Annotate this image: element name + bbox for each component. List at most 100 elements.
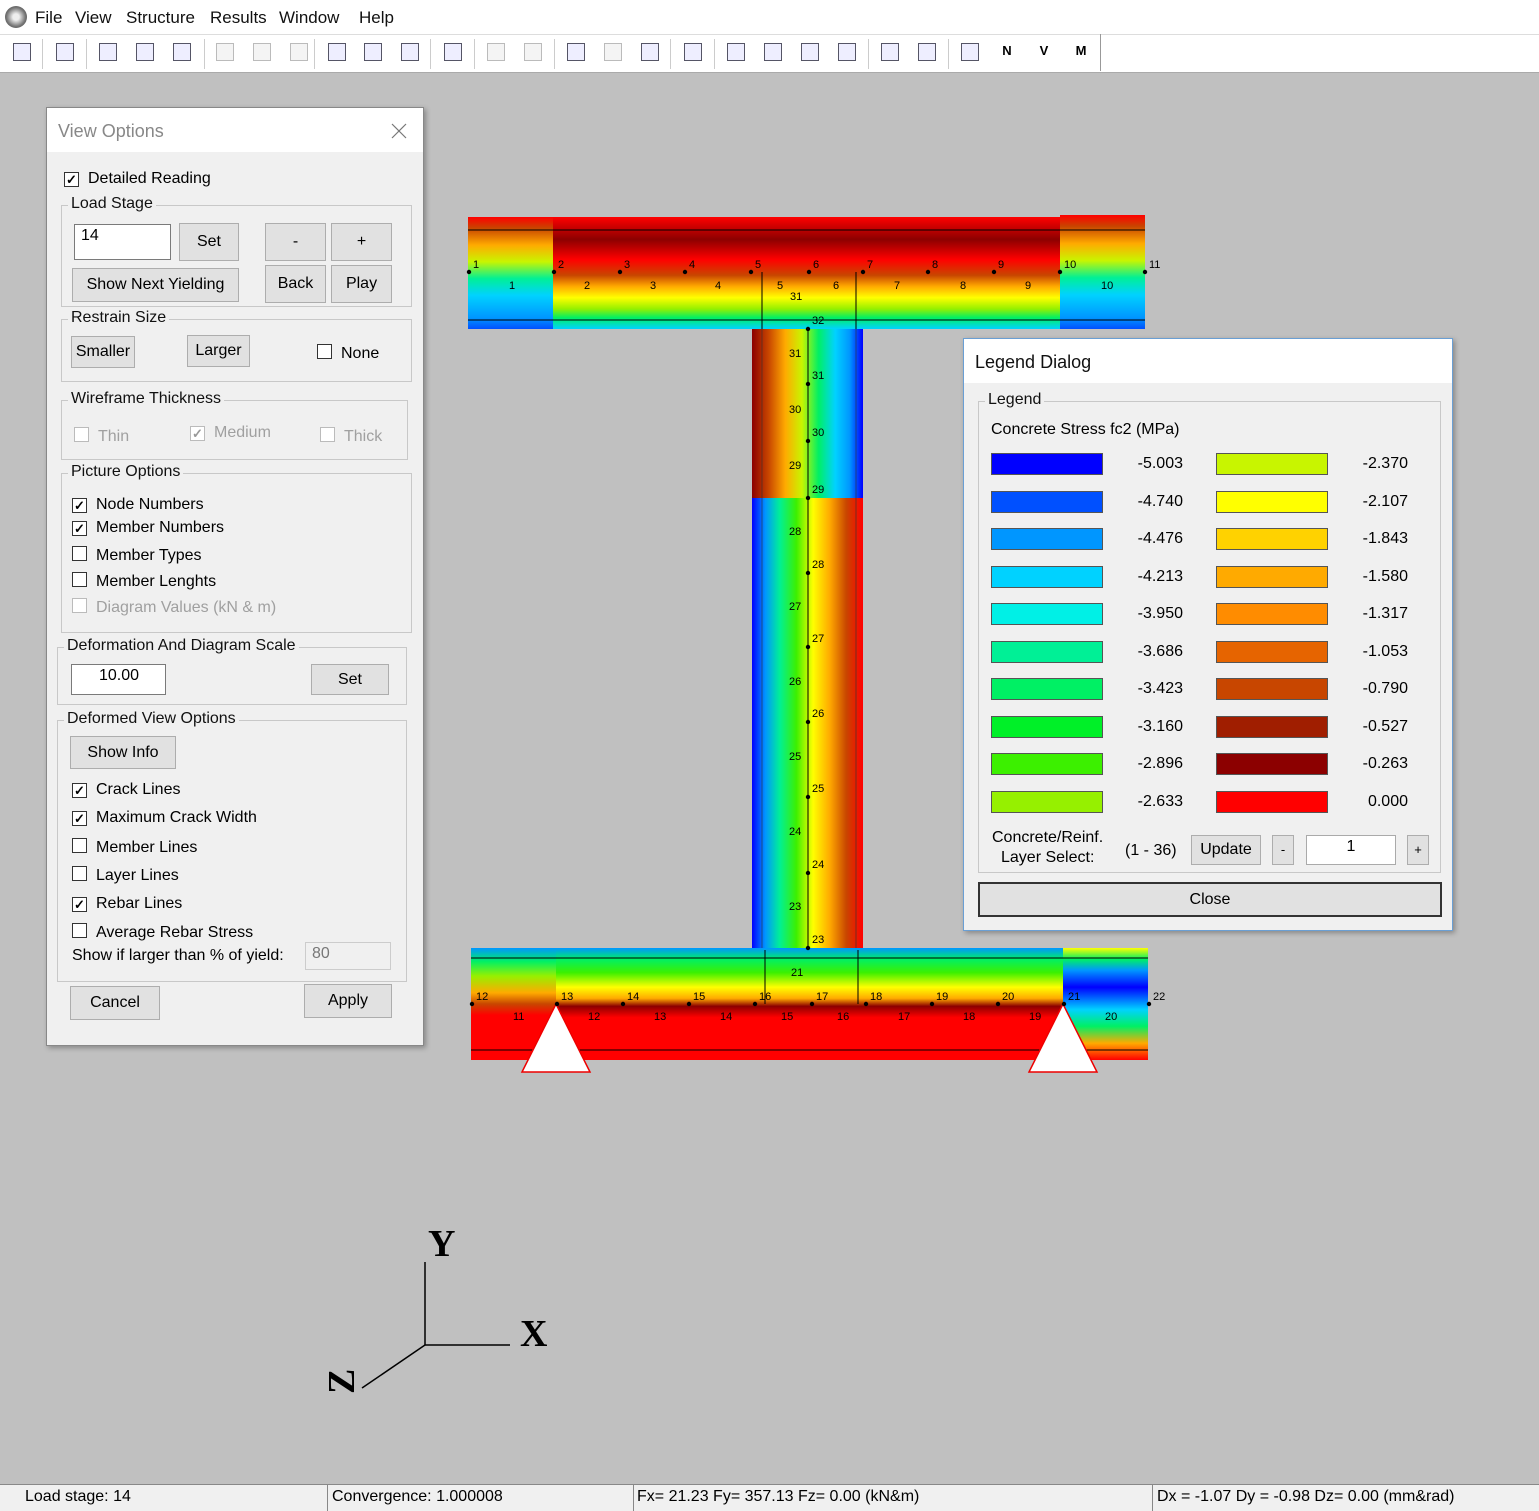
member-number: 8: [960, 280, 966, 292]
axial-force-icon[interactable]: N: [998, 43, 1016, 61]
menu-file[interactable]: File: [35, 8, 62, 28]
expand-icon[interactable]: [881, 43, 899, 61]
status-forces: Fx= 21.23 Fy= 357.13 Fz= 0.00 (kN&m): [637, 1488, 920, 1505]
menu-window[interactable]: Window: [279, 8, 339, 28]
member-number: 19: [1029, 1011, 1041, 1023]
status-divider: [327, 1485, 328, 1511]
eye-icon[interactable]: [444, 43, 462, 61]
xy-plane-icon[interactable]: [216, 43, 234, 61]
legend-close-button[interactable]: Close: [978, 882, 1442, 917]
diagram-values-checkbox[interactable]: Diagram Values (kN & m): [72, 598, 276, 617]
layer-lines-checkbox[interactable]: Layer Lines: [72, 866, 179, 885]
bending-moment-icon[interactable]: M: [1072, 43, 1090, 61]
larger-button[interactable]: Larger: [187, 335, 250, 367]
moment-icon-4[interactable]: [838, 43, 856, 61]
member-view-icon[interactable]: [99, 43, 117, 61]
zoom-window-icon[interactable]: [364, 43, 382, 61]
layer-minus-button[interactable]: -: [1272, 835, 1294, 865]
node-numbers-checkbox[interactable]: ✓ Node Numbers: [72, 496, 204, 514]
moment-icon-3[interactable]: [801, 43, 819, 61]
node-number: 28: [812, 559, 824, 571]
node-point: [805, 794, 811, 800]
menu-structure[interactable]: Structure: [126, 8, 195, 28]
open-folder-icon[interactable]: [13, 43, 31, 61]
mesh-view-icon[interactable]: [136, 43, 154, 61]
yz-plane-icon[interactable]: [253, 43, 271, 61]
yield-percent-input[interactable]: 80: [305, 942, 391, 970]
rebar-lines-checkbox[interactable]: ✓ Rebar Lines: [72, 895, 182, 913]
node-number: 7: [867, 259, 873, 271]
play-button[interactable]: Play: [331, 265, 392, 303]
moment-icon-2[interactable]: [764, 43, 782, 61]
update-button[interactable]: Update: [1191, 835, 1261, 865]
load-stage-set-button[interactable]: Set: [179, 223, 239, 261]
member-lengths-checkbox[interactable]: Member Lenghts: [72, 572, 216, 591]
close-icon[interactable]: [391, 123, 407, 139]
member-numbers-checkbox[interactable]: ✓ Member Numbers: [72, 519, 224, 537]
deformation-scale-input[interactable]: 10.00: [71, 664, 166, 695]
member-lines-checkbox[interactable]: Member Lines: [72, 838, 197, 857]
node-number: 22: [1153, 991, 1165, 1003]
list-icon[interactable]: [641, 43, 659, 61]
app-icon[interactable]: [5, 6, 27, 28]
node-point: [551, 269, 557, 275]
layer-plus-button[interactable]: +: [1407, 835, 1429, 865]
legend-swatch: [991, 453, 1103, 475]
wireframe-medium-checkbox[interactable]: ✓ Medium: [190, 424, 271, 442]
legend-swatch: [991, 566, 1103, 588]
node-view-icon[interactable]: [173, 43, 191, 61]
max-crack-width-checkbox[interactable]: ✓ Maximum Crack Width: [72, 809, 257, 827]
wireframe-thick-checkbox[interactable]: Thick: [320, 427, 382, 446]
node-point: [863, 1001, 869, 1007]
node-point: [748, 269, 754, 275]
x-axis-label: X: [520, 1313, 547, 1355]
zoom-fit-icon[interactable]: [328, 43, 346, 61]
member-number: 14: [720, 1011, 732, 1023]
structure-view-icon[interactable]: [56, 43, 74, 61]
load-stage-minus-button[interactable]: -: [265, 223, 326, 261]
wireframe-medium-label: Medium: [214, 424, 271, 441]
wireframe-thin-checkbox[interactable]: Thin: [74, 427, 129, 446]
layer-label-line2: Layer Select:: [1001, 849, 1095, 866]
menu-bar: File View Structure Results Window Help: [0, 0, 1539, 34]
member-types-checkbox[interactable]: Member Types: [72, 546, 202, 565]
graph-icon[interactable]: [567, 43, 585, 61]
legend-value: -1.053: [1362, 643, 1408, 660]
menu-help[interactable]: Help: [359, 8, 394, 28]
graph-disabled-icon[interactable]: [604, 43, 622, 61]
crack-lines-checkbox[interactable]: ✓ Crack Lines: [72, 781, 180, 799]
restrain-none-checkbox[interactable]: None: [317, 344, 379, 363]
layer-range: (1 - 36): [1125, 842, 1177, 859]
load-stage-input[interactable]: 14: [74, 224, 171, 260]
node-point: [805, 644, 811, 650]
status-bar: Load stage: 14 Convergence: 1.000008 Fx=…: [0, 1484, 1539, 1511]
node-number: 23: [812, 934, 824, 946]
print-icon[interactable]: [401, 43, 419, 61]
load-stage-plus-button[interactable]: +: [331, 223, 392, 261]
cancel-button[interactable]: Cancel: [70, 986, 160, 1020]
fit-width-icon[interactable]: [918, 43, 936, 61]
legend-swatch: [1216, 491, 1328, 513]
deformation-scale-set-button[interactable]: Set: [311, 664, 389, 695]
arrow-down-icon[interactable]: [524, 43, 542, 61]
legend-swatch: [1216, 528, 1328, 550]
detailed-reading-label: Detailed Reading: [88, 170, 211, 187]
support-icon[interactable]: [961, 43, 979, 61]
menu-results[interactable]: Results: [210, 8, 267, 28]
node-point: [805, 381, 811, 387]
menu-view[interactable]: View: [75, 8, 112, 28]
show-next-yielding-button[interactable]: Show Next Yielding: [72, 268, 239, 302]
apply-button[interactable]: Apply: [304, 984, 392, 1018]
moment-icon-1[interactable]: [727, 43, 745, 61]
xz-plane-icon[interactable]: [290, 43, 308, 61]
arrow-up-icon[interactable]: [487, 43, 505, 61]
show-info-button[interactable]: Show Info: [70, 736, 176, 769]
detailed-reading-checkbox[interactable]: ✓ Detailed Reading: [64, 170, 211, 188]
film-icon[interactable]: [684, 43, 702, 61]
layer-input[interactable]: 1: [1306, 835, 1396, 865]
shear-force-icon[interactable]: V: [1035, 43, 1053, 61]
back-button[interactable]: Back: [265, 265, 326, 303]
average-rebar-stress-checkbox[interactable]: Average Rebar Stress: [72, 923, 253, 942]
smaller-button[interactable]: Smaller: [71, 336, 135, 368]
checkbox-empty-icon: [317, 344, 332, 359]
